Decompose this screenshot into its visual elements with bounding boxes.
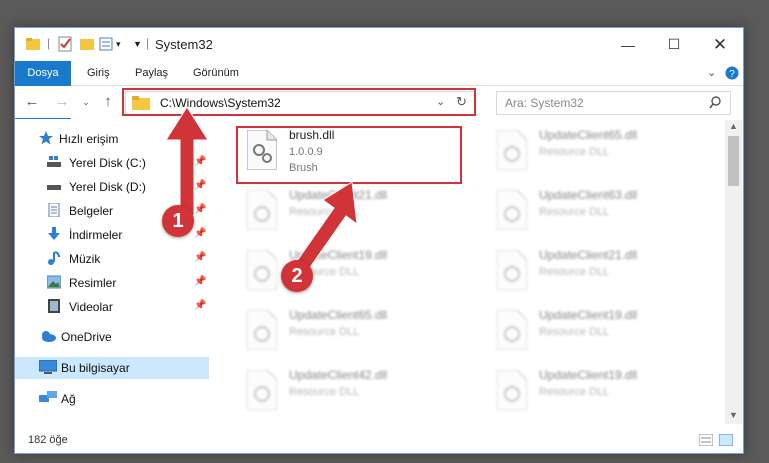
arrow-1	[165, 106, 209, 216]
callout-badge-1: 1	[162, 205, 194, 237]
annotation-arrows	[165, 106, 358, 277]
callout-badge-2: 2	[281, 260, 313, 292]
